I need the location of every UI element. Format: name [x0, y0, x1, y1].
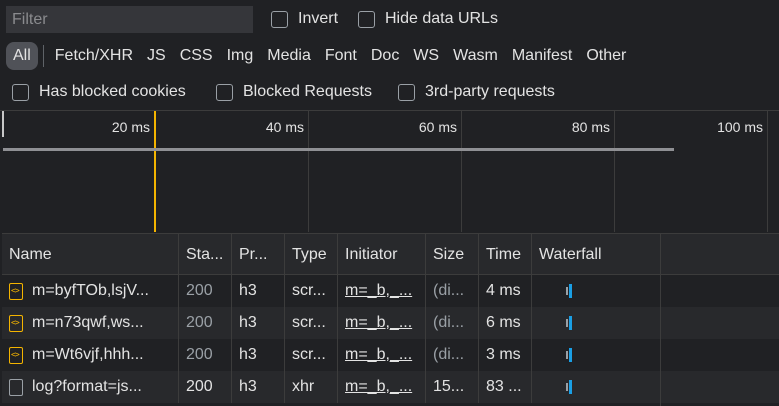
- type-filter-doc[interactable]: Doc: [364, 42, 406, 70]
- overview-window-handle[interactable]: [2, 111, 4, 137]
- third-party-requests-label: 3rd-party requests: [425, 83, 555, 100]
- type-filter-media[interactable]: Media: [260, 42, 318, 70]
- timeline-overview[interactable]: 20 ms 40 ms 60 ms 80 ms 100 ms: [0, 110, 779, 233]
- size-cell: (di...: [426, 275, 479, 307]
- column-header-waterfall[interactable]: Waterfall: [532, 234, 779, 275]
- status-cell: 200: [179, 307, 232, 339]
- initiator-link[interactable]: m=_b,_...: [338, 307, 426, 339]
- checkbox-box[interactable]: [358, 10, 375, 28]
- checkbox-box[interactable]: [398, 83, 415, 101]
- overview-gridline: [461, 111, 462, 232]
- overview-gridline: [308, 111, 309, 232]
- overview-tick-label: 20 ms: [111, 119, 150, 135]
- script-file-icon: [9, 282, 23, 300]
- table-row[interactable]: log?format=js... 200 h3 xhr m=_b,_... 15…: [2, 371, 779, 403]
- status-cell: 200: [179, 339, 232, 371]
- request-name-cell[interactable]: log?format=js...: [2, 371, 179, 403]
- request-name-cell[interactable]: m=byfTOb,lsjV...: [2, 275, 179, 307]
- protocol-cell: h3: [232, 339, 285, 371]
- column-header-name[interactable]: Name: [2, 234, 179, 275]
- column-header-initiator[interactable]: Initiator: [338, 234, 426, 275]
- type-cell: scr...: [285, 339, 338, 371]
- overview-tick-label: 60 ms: [418, 119, 457, 135]
- size-cell: (di...: [426, 339, 479, 371]
- has-blocked-cookies-checkbox[interactable]: Has blocked cookies: [12, 83, 186, 101]
- hide-data-urls-checkbox[interactable]: Hide data URLs: [358, 10, 498, 28]
- status-cell: 200: [179, 275, 232, 307]
- type-cell: scr...: [285, 307, 338, 339]
- initiator-link[interactable]: m=_b,_...: [338, 275, 426, 307]
- blocked-requests-checkbox[interactable]: Blocked Requests: [216, 83, 372, 101]
- type-filter-divider: [42, 45, 44, 67]
- type-cell: scr...: [285, 275, 338, 307]
- table-row[interactable]: m=Wt6vjf,hhh... 200 h3 scr... m=_b,_... …: [2, 339, 779, 371]
- time-cell: 4 ms: [479, 275, 532, 307]
- column-header-size[interactable]: Size: [426, 234, 479, 275]
- time-cell: 3 ms: [479, 339, 532, 371]
- overview-tick-label: 100 ms: [717, 119, 763, 135]
- waterfall-gridline: [660, 233, 661, 406]
- checkbox-box[interactable]: [216, 83, 233, 101]
- initiator-link[interactable]: m=_b,_...: [338, 371, 426, 403]
- request-name: log?format=js...: [32, 378, 142, 395]
- status-cell: 200: [179, 371, 232, 403]
- filter-toolbar: Invert Hide data URLs: [0, 0, 779, 40]
- request-name-cell[interactable]: m=Wt6vjf,hhh...: [2, 339, 179, 371]
- column-header-time[interactable]: Time: [479, 234, 532, 275]
- request-name: m=Wt6vjf,hhh...: [32, 346, 144, 363]
- overview-gridline: [614, 111, 615, 232]
- column-header-status[interactable]: Sta...: [179, 234, 232, 275]
- overview-gridline: [767, 111, 768, 232]
- protocol-cell: h3: [232, 371, 285, 403]
- network-request-table: Name Sta... Pr... Type Initiator Size Ti…: [2, 233, 779, 406]
- table-header: Name Sta... Pr... Type Initiator Size Ti…: [2, 233, 779, 275]
- checkbox-box[interactable]: [12, 83, 29, 101]
- overview-request-bar: [3, 148, 674, 151]
- overview-tick-label: 80 ms: [571, 119, 610, 135]
- blocked-requests-label: Blocked Requests: [243, 83, 372, 100]
- protocol-cell: h3: [232, 307, 285, 339]
- request-name: m=byfTOb,lsjV...: [32, 282, 149, 299]
- type-filter-img[interactable]: Img: [220, 42, 261, 70]
- resource-type-filters: All Fetch/XHR JS CSS Img Media Font Doc …: [6, 41, 633, 71]
- hide-data-urls-label: Hide data URLs: [385, 10, 498, 27]
- column-header-protocol[interactable]: Pr...: [232, 234, 285, 275]
- request-name-cell[interactable]: m=n73qwf,ws...: [2, 307, 179, 339]
- type-filter-wasm[interactable]: Wasm: [446, 42, 505, 70]
- filter-input[interactable]: [6, 6, 253, 33]
- has-blocked-cookies-label: Has blocked cookies: [39, 83, 186, 100]
- checkbox-box[interactable]: [271, 10, 288, 28]
- time-cell: 83 ...: [479, 371, 532, 403]
- invert-label: Invert: [298, 10, 339, 27]
- column-header-type[interactable]: Type: [285, 234, 338, 275]
- table-row[interactable]: m=byfTOb,lsjV... 200 h3 scr... m=_b,_...…: [2, 275, 779, 307]
- dom-content-loaded-marker: [154, 111, 156, 232]
- type-filter-fetch-xhr[interactable]: Fetch/XHR: [48, 42, 140, 70]
- script-file-icon: [9, 314, 23, 332]
- type-filter-font[interactable]: Font: [318, 42, 364, 70]
- type-filter-ws[interactable]: WS: [406, 42, 446, 70]
- request-name: m=n73qwf,ws...: [32, 314, 144, 331]
- time-cell: 6 ms: [479, 307, 532, 339]
- type-filter-css[interactable]: CSS: [173, 42, 220, 70]
- type-filter-other[interactable]: Other: [579, 42, 633, 70]
- initiator-link[interactable]: m=_b,_...: [338, 339, 426, 371]
- type-filter-js[interactable]: JS: [140, 42, 173, 70]
- third-party-requests-checkbox[interactable]: 3rd-party requests: [398, 83, 555, 101]
- type-cell: xhr: [285, 371, 338, 403]
- type-filter-manifest[interactable]: Manifest: [505, 42, 579, 70]
- size-cell: (di...: [426, 307, 479, 339]
- request-filter-checkboxes: Has blocked cookies Blocked Requests 3rd…: [0, 78, 779, 108]
- overview-tick-label: 40 ms: [265, 119, 304, 135]
- size-cell: 15...: [426, 371, 479, 403]
- type-filter-all[interactable]: All: [6, 42, 38, 70]
- invert-checkbox[interactable]: Invert: [271, 10, 338, 28]
- script-file-icon: [9, 346, 23, 364]
- table-row[interactable]: m=n73qwf,ws... 200 h3 scr... m=_b,_... (…: [2, 307, 779, 339]
- protocol-cell: h3: [232, 275, 285, 307]
- document-file-icon: [9, 378, 23, 396]
